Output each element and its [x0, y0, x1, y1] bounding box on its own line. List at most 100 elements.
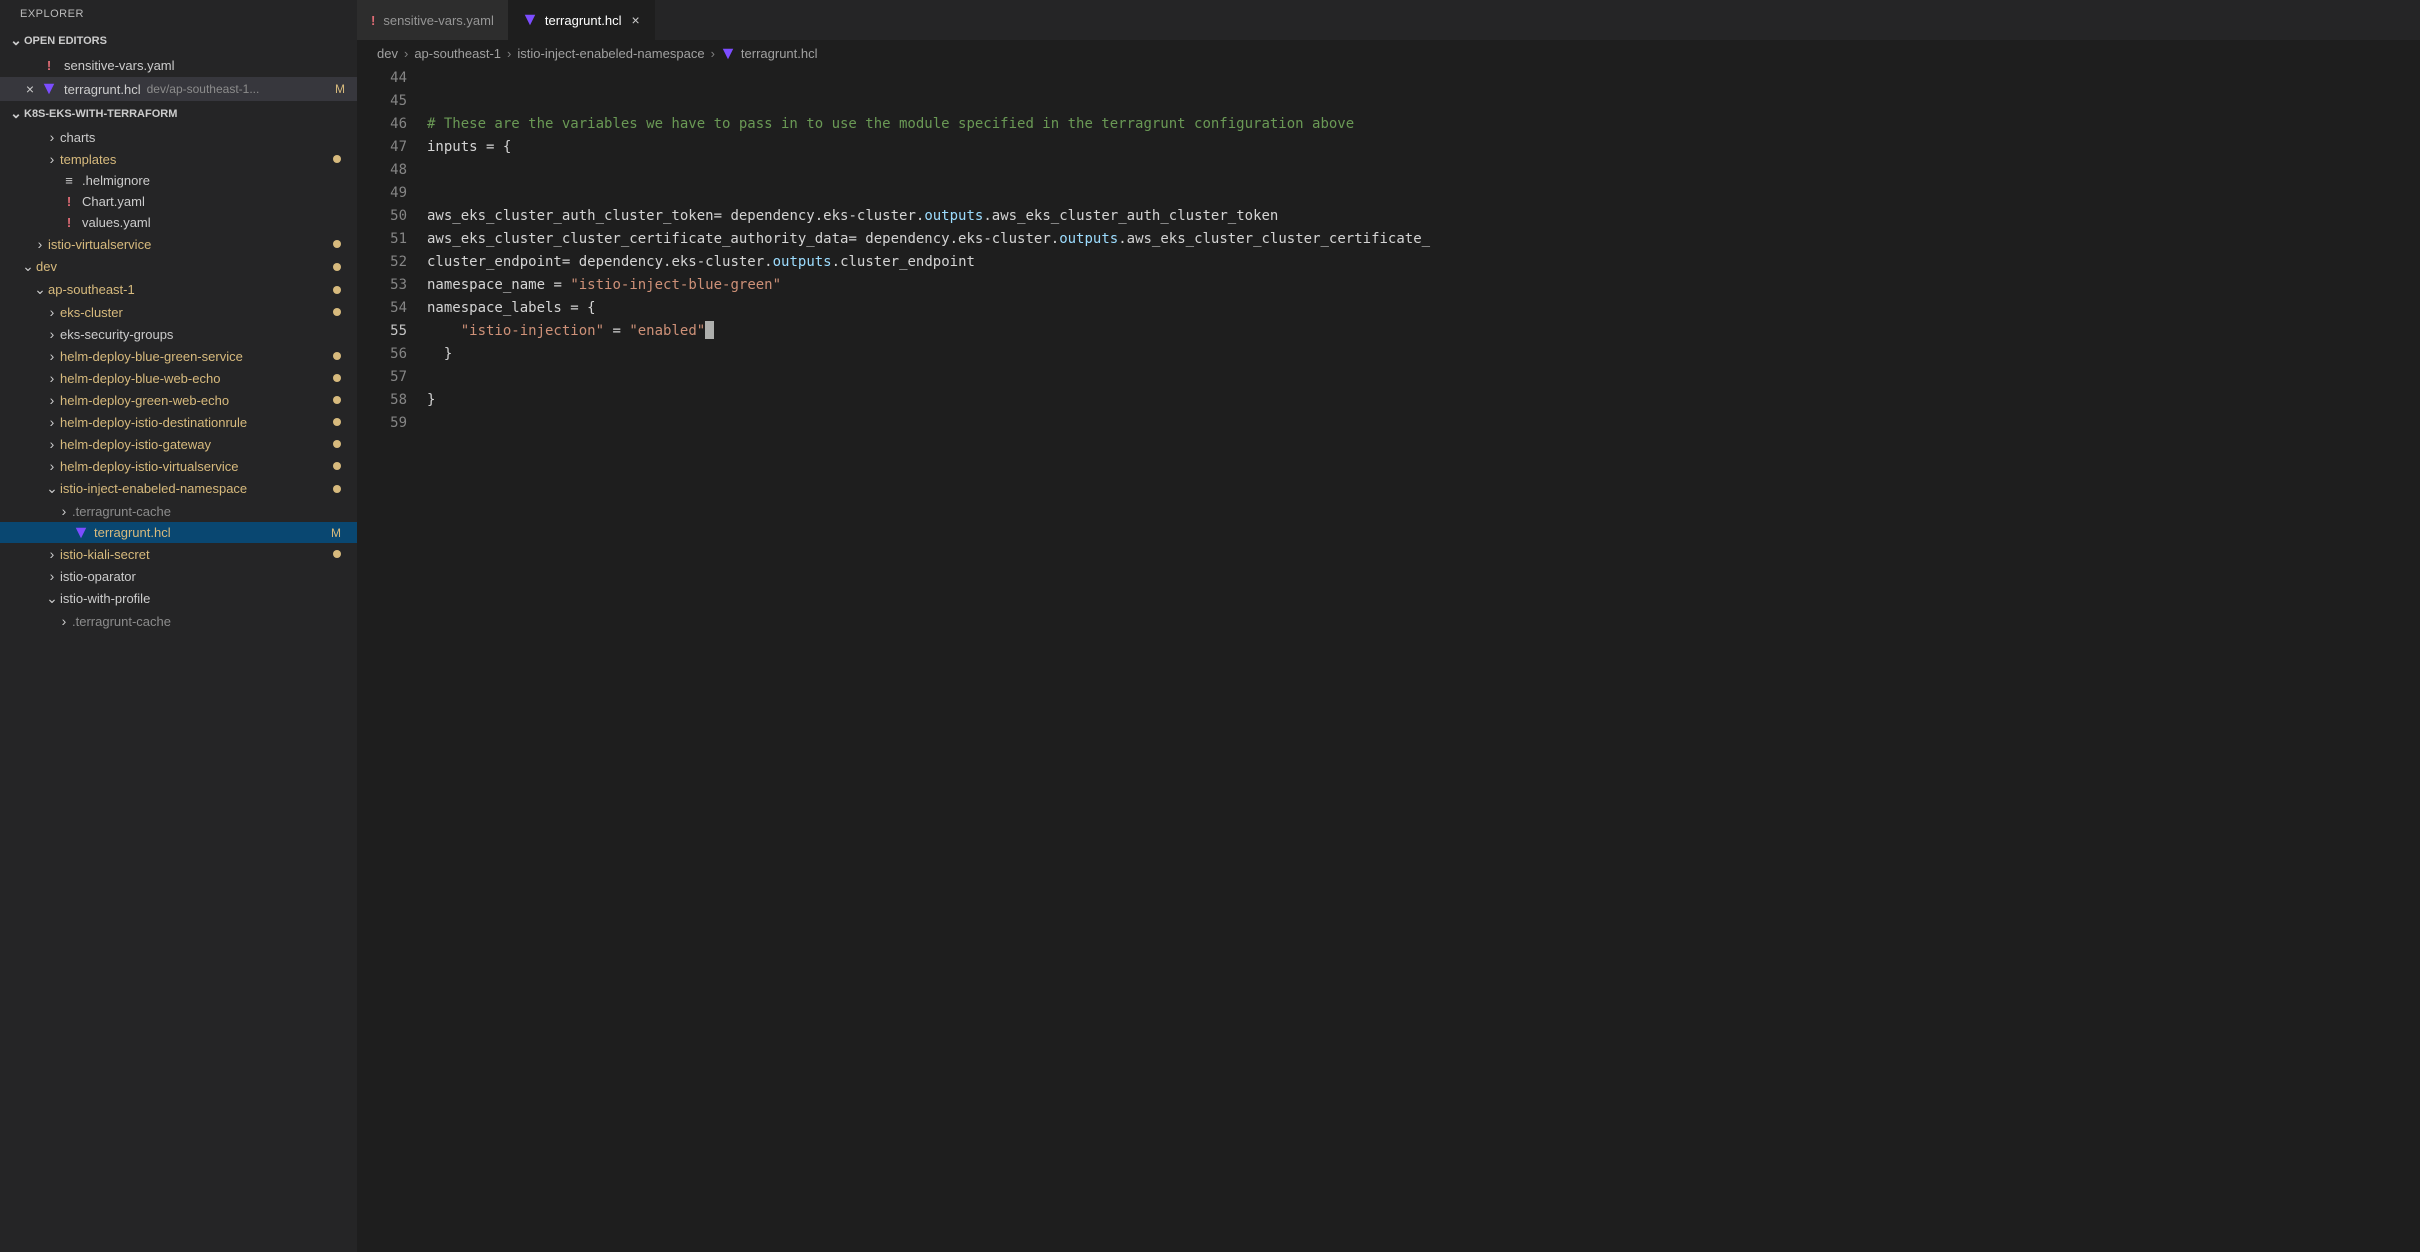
code-content[interactable]: # These are the variables we have to pas…	[427, 67, 2420, 1252]
code-line[interactable]	[427, 366, 2420, 389]
code-line[interactable]: "istio-injection" = "enabled"	[427, 320, 2420, 343]
workspace-header[interactable]: ⌄ K8S-EKS-WITH-TERRAFORM	[0, 101, 357, 126]
workspace-title: K8S-EKS-WITH-TERRAFORM	[24, 108, 177, 120]
open-editor-terragrunt[interactable]: × terragrunt.hcl dev/ap-southeast-1... M	[0, 77, 357, 101]
chevron-icon[interactable]: ›	[44, 304, 60, 320]
line-number: 54	[357, 297, 407, 320]
modified-dot-icon	[333, 155, 341, 163]
sidebar: EXPLORER ⌄ OPEN EDITORS × sensitive-vars…	[0, 0, 357, 1252]
code-line[interactable]	[427, 412, 2420, 435]
open-editor-sensitive-vars[interactable]: × sensitive-vars.yaml	[0, 53, 357, 77]
chevron-right-icon: ›	[507, 46, 511, 61]
text-cursor	[705, 321, 714, 339]
code-line[interactable]	[427, 90, 2420, 113]
tree-row-chart-yaml[interactable]: Chart.yaml	[0, 191, 357, 212]
chevron-down-icon: ⌄	[8, 32, 24, 49]
line-number: 49	[357, 182, 407, 205]
tree-row--helmignore[interactable]: ≡.helmignore	[0, 170, 357, 191]
modified-dot-icon	[333, 263, 341, 271]
tree-row-istio-inject-enabeled-namespace[interactable]: ⌄istio-inject-enabeled-namespace	[0, 477, 357, 500]
chevron-icon[interactable]: ›	[44, 458, 60, 474]
tree-row-terragrunt-hcl[interactable]: terragrunt.hclM	[0, 522, 357, 543]
breadcrumb-region[interactable]: ap-southeast-1	[414, 46, 501, 61]
tree-row-istio-virtualservice[interactable]: ›istio-virtualservice	[0, 233, 357, 255]
modified-dot-icon	[333, 485, 341, 493]
tree-row-istio-oparator[interactable]: ›istio-oparator	[0, 565, 357, 587]
editor-label: sensitive-vars.yaml	[64, 58, 175, 73]
tab-terragrunt[interactable]: terragrunt.hcl ×	[509, 0, 655, 40]
tree-row-istio-with-profile[interactable]: ⌄istio-with-profile	[0, 587, 357, 610]
code-line[interactable]: cluster_endpoint= dependency.eks-cluster…	[427, 251, 2420, 274]
tree-row-values-yaml[interactable]: values.yaml	[0, 212, 357, 233]
tree-row-eks-security-groups[interactable]: ›eks-security-groups	[0, 323, 357, 345]
close-icon[interactable]: ×	[631, 12, 639, 28]
line-number: 47	[357, 136, 407, 159]
close-icon[interactable]: ×	[20, 81, 40, 97]
editor-label: terragrunt.hcl	[64, 82, 141, 97]
chevron-icon[interactable]: ›	[44, 129, 60, 145]
tree-row-templates[interactable]: ›templates	[0, 148, 357, 170]
line-number: 45	[357, 90, 407, 113]
line-number: 46	[357, 113, 407, 136]
code-line[interactable]: }	[427, 343, 2420, 366]
code-line[interactable]	[427, 182, 2420, 205]
tree-row-istio-kiali-secret[interactable]: ›istio-kiali-secret	[0, 543, 357, 565]
line-number-gutter: 44454647484950515253545556575859	[357, 67, 427, 1252]
code-line[interactable]	[427, 159, 2420, 182]
chevron-icon[interactable]: ›	[44, 546, 60, 562]
chevron-icon[interactable]: ›	[44, 568, 60, 584]
open-editors-header[interactable]: ⌄ OPEN EDITORS	[0, 28, 357, 53]
breadcrumbs[interactable]: dev › ap-southeast-1 › istio-inject-enab…	[357, 40, 2420, 67]
chevron-icon[interactable]: ⌄	[44, 590, 60, 607]
tree-row-eks-cluster[interactable]: ›eks-cluster	[0, 301, 357, 323]
tree-row-helm-deploy-green-web-echo[interactable]: ›helm-deploy-green-web-echo	[0, 389, 357, 411]
code-line[interactable]: inputs = {	[427, 136, 2420, 159]
chevron-icon[interactable]: ›	[44, 392, 60, 408]
chevron-icon[interactable]: ›	[56, 613, 72, 629]
code-line[interactable]	[427, 67, 2420, 90]
chevron-icon[interactable]: ›	[44, 436, 60, 452]
code-line[interactable]: aws_eks_cluster_cluster_certificate_auth…	[427, 228, 2420, 251]
tree-row--terragrunt-cache[interactable]: ›.terragrunt-cache	[0, 610, 357, 632]
code-editor[interactable]: 44454647484950515253545556575859 # These…	[357, 67, 2420, 1252]
tree-row-helm-deploy-blue-green-service[interactable]: ›helm-deploy-blue-green-service	[0, 345, 357, 367]
code-line[interactable]: namespace_labels = {	[427, 297, 2420, 320]
chevron-icon[interactable]: ›	[44, 348, 60, 364]
chevron-right-icon: ›	[404, 46, 408, 61]
tree-row-helm-deploy-istio-gateway[interactable]: ›helm-deploy-istio-gateway	[0, 433, 357, 455]
breadcrumb-file[interactable]: terragrunt.hcl	[721, 46, 818, 61]
code-line[interactable]: aws_eks_cluster_auth_cluster_token= depe…	[427, 205, 2420, 228]
breadcrumb-namespace[interactable]: istio-inject-enabeled-namespace	[517, 46, 704, 61]
tree-row--terragrunt-cache[interactable]: ›.terragrunt-cache	[0, 500, 357, 522]
breadcrumb-dev[interactable]: dev	[377, 46, 398, 61]
open-editors-label: OPEN EDITORS	[24, 35, 107, 47]
tree-row-helm-deploy-istio-destinationrule[interactable]: ›helm-deploy-istio-destinationrule	[0, 411, 357, 433]
tree-row-dev[interactable]: ⌄dev	[0, 255, 357, 278]
line-number: 57	[357, 366, 407, 389]
tree-label: istio-oparator	[60, 569, 136, 584]
chevron-icon[interactable]: ›	[56, 503, 72, 519]
chevron-icon[interactable]: ›	[44, 370, 60, 386]
tree-label: helm-deploy-blue-web-echo	[60, 371, 220, 386]
chevron-icon[interactable]: ⌄	[32, 281, 48, 298]
line-number: 59	[357, 412, 407, 435]
yaml-icon	[60, 194, 78, 209]
chevron-icon[interactable]: ›	[44, 151, 60, 167]
code-line[interactable]: namespace_name = "istio-inject-blue-gree…	[427, 274, 2420, 297]
code-line[interactable]: }	[427, 389, 2420, 412]
line-number: 53	[357, 274, 407, 297]
tab-sensitive-vars[interactable]: sensitive-vars.yaml	[357, 0, 509, 40]
lines-icon: ≡	[60, 173, 78, 188]
tree-row-helm-deploy-istio-virtualservice[interactable]: ›helm-deploy-istio-virtualservice	[0, 455, 357, 477]
modified-badge: M	[331, 526, 341, 540]
tree-row-helm-deploy-blue-web-echo[interactable]: ›helm-deploy-blue-web-echo	[0, 367, 357, 389]
chevron-icon[interactable]: ⌄	[44, 480, 60, 497]
tree-label: ap-southeast-1	[48, 282, 135, 297]
tree-row-charts[interactable]: ›charts	[0, 126, 357, 148]
chevron-icon[interactable]: ›	[44, 326, 60, 342]
chevron-icon[interactable]: ⌄	[20, 258, 36, 275]
chevron-icon[interactable]: ›	[44, 414, 60, 430]
tree-row-ap-southeast-1[interactable]: ⌄ap-southeast-1	[0, 278, 357, 301]
chevron-icon[interactable]: ›	[32, 236, 48, 252]
code-line[interactable]: # These are the variables we have to pas…	[427, 113, 2420, 136]
